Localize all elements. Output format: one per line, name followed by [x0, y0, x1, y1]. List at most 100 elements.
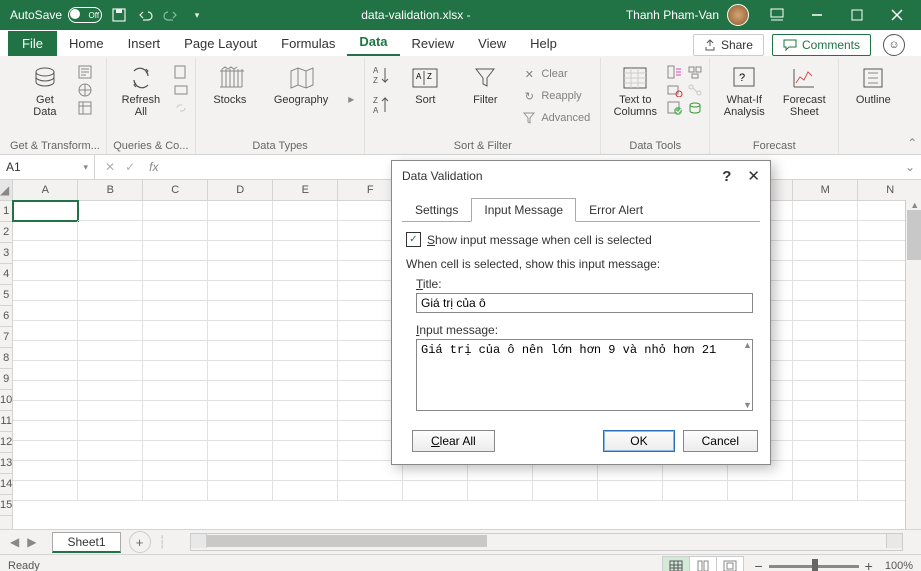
page-break-view-icon[interactable] — [716, 556, 744, 571]
cell[interactable] — [143, 261, 208, 281]
column-header[interactable]: M — [793, 180, 858, 200]
cell[interactable] — [78, 341, 143, 361]
zoom-in-button[interactable]: + — [865, 558, 873, 571]
row-header[interactable]: 3 — [0, 243, 12, 264]
cell[interactable] — [143, 201, 208, 221]
cell[interactable] — [208, 221, 273, 241]
row-header[interactable]: 10 — [0, 390, 12, 411]
tab-help[interactable]: Help — [518, 31, 569, 56]
cell[interactable] — [273, 321, 338, 341]
data-validation-icon[interactable] — [667, 100, 683, 116]
cell[interactable] — [533, 481, 598, 501]
cell[interactable] — [13, 261, 78, 281]
cancel-formula-icon[interactable]: ✕ — [105, 160, 115, 174]
advanced-filter-button[interactable]: Advanced — [517, 108, 594, 128]
tab-page-layout[interactable]: Page Layout — [172, 31, 269, 56]
cell[interactable] — [208, 261, 273, 281]
tab-formulas[interactable]: Formulas — [269, 31, 347, 56]
collapse-ribbon-icon[interactable]: ⌃ — [907, 58, 917, 154]
zoom-value[interactable]: 100% — [885, 560, 913, 571]
cell[interactable] — [13, 361, 78, 381]
undo-icon[interactable] — [136, 6, 154, 24]
from-table-icon[interactable] — [77, 100, 93, 116]
cell[interactable] — [143, 481, 208, 501]
cell[interactable] — [78, 361, 143, 381]
cell[interactable] — [273, 441, 338, 461]
cell[interactable] — [143, 441, 208, 461]
from-web-icon[interactable] — [77, 82, 93, 98]
properties-icon[interactable] — [173, 82, 189, 98]
cell[interactable] — [13, 281, 78, 301]
cell[interactable] — [403, 481, 468, 501]
tab-view[interactable]: View — [466, 31, 518, 56]
tab-input-message[interactable]: Input Message — [471, 198, 576, 222]
cell[interactable] — [468, 481, 533, 501]
cell[interactable] — [78, 421, 143, 441]
cell[interactable] — [208, 281, 273, 301]
cell[interactable] — [78, 481, 143, 501]
cell[interactable] — [338, 481, 403, 501]
name-box[interactable]: A1▾ — [0, 155, 95, 179]
tab-insert[interactable]: Insert — [116, 31, 173, 56]
outline-button[interactable]: Outline — [845, 60, 901, 110]
cell[interactable] — [793, 281, 858, 301]
cell[interactable] — [78, 201, 143, 221]
maximize-button[interactable] — [837, 0, 877, 30]
cell[interactable] — [793, 421, 858, 441]
refresh-all-button[interactable]: Refresh All — [113, 60, 169, 122]
close-button[interactable] — [877, 0, 917, 30]
qat-customize-icon[interactable]: ▾ — [188, 6, 206, 24]
fx-icon[interactable]: fx — [145, 160, 162, 174]
vertical-scrollbar[interactable]: ▲ — [905, 200, 921, 529]
cell[interactable] — [273, 201, 338, 221]
cell[interactable] — [793, 221, 858, 241]
reapply-button[interactable]: ↻Reapply — [517, 86, 594, 106]
sort-za-icon[interactable]: ZA — [371, 94, 393, 116]
cell[interactable] — [208, 481, 273, 501]
cell[interactable] — [208, 321, 273, 341]
cell[interactable] — [273, 341, 338, 361]
cell[interactable] — [143, 241, 208, 261]
forecast-button[interactable]: Forecast Sheet — [776, 60, 832, 122]
cell[interactable] — [793, 301, 858, 321]
cell[interactable] — [78, 301, 143, 321]
cell[interactable] — [273, 381, 338, 401]
ok-button[interactable]: OK — [603, 430, 674, 452]
cell[interactable] — [143, 321, 208, 341]
cell[interactable] — [793, 401, 858, 421]
autosave-toggle[interactable]: AutoSave Off — [10, 7, 102, 23]
cell[interactable] — [273, 421, 338, 441]
cell[interactable] — [143, 301, 208, 321]
zoom-out-button[interactable]: − — [754, 558, 762, 571]
remove-dup-icon[interactable] — [667, 82, 683, 98]
filter-button[interactable]: Filter — [457, 60, 513, 110]
cell[interactable] — [143, 401, 208, 421]
get-data-button[interactable]: Get Data — [17, 60, 73, 122]
cell[interactable] — [78, 401, 143, 421]
data-types-more-icon[interactable]: ▸ — [344, 88, 358, 110]
cell[interactable] — [273, 241, 338, 261]
queries-icon[interactable] — [173, 64, 189, 80]
tab-data[interactable]: Data — [347, 29, 399, 56]
cell[interactable] — [13, 481, 78, 501]
column-header[interactable]: B — [78, 180, 143, 200]
cell[interactable] — [13, 441, 78, 461]
cell[interactable] — [208, 361, 273, 381]
cell[interactable] — [78, 441, 143, 461]
edit-links-icon[interactable] — [173, 100, 189, 116]
tab-file[interactable]: File — [8, 31, 57, 56]
cell[interactable] — [793, 381, 858, 401]
consolidate-icon[interactable] — [687, 64, 703, 80]
cell[interactable] — [793, 441, 858, 461]
row-header[interactable]: 1 — [0, 201, 12, 222]
cell[interactable] — [78, 321, 143, 341]
cell[interactable] — [208, 421, 273, 441]
sheet-tab-1[interactable]: Sheet1 — [52, 532, 120, 553]
cell[interactable] — [273, 481, 338, 501]
cell[interactable] — [78, 261, 143, 281]
cell[interactable] — [793, 241, 858, 261]
cell[interactable] — [793, 201, 858, 221]
cell[interactable] — [793, 361, 858, 381]
column-header[interactable]: N — [858, 180, 921, 200]
ribbon-options-icon[interactable] — [757, 0, 797, 30]
